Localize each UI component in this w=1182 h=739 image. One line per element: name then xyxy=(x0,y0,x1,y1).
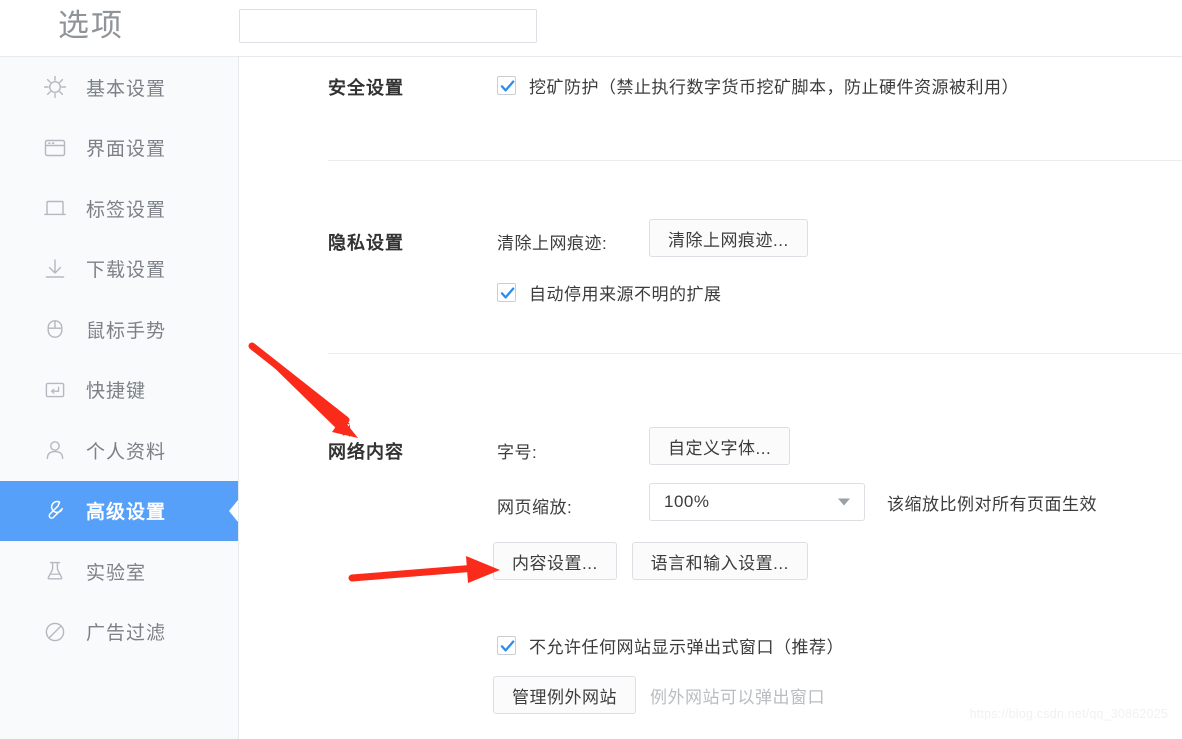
checkbox-box xyxy=(497,636,516,655)
content-settings-row: 内容设置... 语言和输入设置... xyxy=(493,542,808,580)
block-popups-row: 不允许任何网站显示弹出式窗口（推荐） xyxy=(497,633,844,658)
sidebar-item-tab-settings[interactable]: 标签设置 xyxy=(0,178,238,239)
window-icon xyxy=(42,135,68,161)
mining-protection-checkbox[interactable]: 挖矿防护（禁止执行数字货币挖矿脚本，防止硬件资源被利用） xyxy=(497,73,1019,98)
language-input-settings-button[interactable]: 语言和输入设置... xyxy=(631,542,808,580)
sidebar-item-label: 标签设置 xyxy=(86,199,167,221)
page-zoom-label: 网页缩放: xyxy=(497,498,573,517)
sidebar-item-label: 高级设置 xyxy=(86,502,167,524)
sidebar-item-basic-settings[interactable]: 基本设置 xyxy=(0,57,238,118)
block-icon xyxy=(42,619,68,645)
enter-key-icon xyxy=(42,377,68,403)
active-notch xyxy=(227,499,238,522)
page-title: 选项 xyxy=(58,8,124,43)
sidebar-item-download-settings[interactable]: 下载设置 xyxy=(0,239,238,300)
block-popups-label: 不允许任何网站显示弹出式窗口（推荐） xyxy=(529,638,844,657)
clear-traces-label: 清除上网痕迹: xyxy=(497,234,608,253)
sidebar-item-label: 鼠标手势 xyxy=(86,320,167,342)
sidebar-item-advanced-settings[interactable]: 高级设置 xyxy=(0,480,238,541)
sidebar-item-shortcuts[interactable]: 快捷键 xyxy=(0,360,238,421)
font-size-label: 字号: xyxy=(497,443,538,462)
page-zoom-label-row: 网页缩放: xyxy=(497,493,572,518)
sidebar-item-label: 下载设置 xyxy=(86,260,167,282)
sidebar-item-label: 界面设置 xyxy=(86,139,167,161)
content-settings-button[interactable]: 内容设置... xyxy=(493,542,617,580)
app-header: 选项 xyxy=(0,0,1182,57)
manage-exceptions-button[interactable]: 管理例外网站 xyxy=(493,676,636,714)
watermark: https://blog.csdn.net/qq_30862025 xyxy=(969,707,1168,721)
mining-protection-label: 挖矿防护（禁止执行数字货币挖矿脚本，防止硬件资源被利用） xyxy=(529,78,1019,97)
section-title-network: 网络内容 xyxy=(328,442,404,462)
check-mark-icon xyxy=(500,80,515,92)
sidebar-item-lab[interactable]: 实验室 xyxy=(0,541,238,602)
sidebar-item-mouse-gestures[interactable]: 鼠标手势 xyxy=(0,299,238,360)
search-input[interactable] xyxy=(239,9,537,43)
section-title-security: 安全设置 xyxy=(328,78,404,98)
checkbox-box xyxy=(497,76,516,95)
clear-traces-button-row: 清除上网痕迹... xyxy=(649,219,808,257)
sidebar-item-label: 基本设置 xyxy=(86,78,167,100)
sidebar-item-interface-settings[interactable]: 界面设置 xyxy=(0,118,238,179)
divider-privacy xyxy=(328,353,1182,354)
divider-security xyxy=(328,160,1182,161)
sidebar-item-ad-filter[interactable]: 广告过滤 xyxy=(0,602,238,663)
sidebar: 基本设置 界面设置 标签设置 下载设置 鼠标手势 快捷键 个人资料 高级设置 实… xyxy=(0,57,239,739)
sidebar-item-profile[interactable]: 个人资料 xyxy=(0,420,238,481)
page-zoom-select[interactable]: 100% xyxy=(649,483,865,521)
mining-protection-row: 挖矿防护（禁止执行数字货币挖矿脚本，防止硬件资源被利用） xyxy=(497,73,1019,98)
custom-font-button[interactable]: 自定义字体... xyxy=(649,427,791,465)
page-zoom-row: 100% 该缩放比例对所有页面生效 xyxy=(649,483,1097,521)
flask-icon xyxy=(42,558,68,584)
sidebar-item-label: 实验室 xyxy=(86,562,147,584)
page-zoom-hint: 该缩放比例对所有页面生效 xyxy=(887,494,1097,514)
sidebar-item-label: 广告过滤 xyxy=(86,623,167,645)
auto-disable-ext-checkbox[interactable]: 自动停用来源不明的扩展 xyxy=(497,280,722,305)
settings-content: 安全设置 挖矿防护（禁止执行数字货币挖矿脚本，防止硬件资源被利用） 隐私设置 清… xyxy=(240,57,1182,739)
auto-disable-ext-label: 自动停用来源不明的扩展 xyxy=(529,285,722,304)
auto-disable-ext-row: 自动停用来源不明的扩展 xyxy=(497,280,722,305)
check-mark-icon xyxy=(500,287,515,299)
clear-traces-button[interactable]: 清除上网痕迹... xyxy=(649,219,808,257)
section-title-privacy: 隐私设置 xyxy=(328,233,404,253)
custom-font-button-row: 自定义字体... xyxy=(649,427,791,465)
checkbox-box xyxy=(497,283,516,302)
mouse-icon xyxy=(42,316,68,342)
block-popups-checkbox[interactable]: 不允许任何网站显示弹出式窗口（推荐） xyxy=(497,633,844,658)
gear-icon xyxy=(42,74,68,100)
chevron-down-icon xyxy=(838,498,850,506)
tab-icon xyxy=(42,195,68,221)
download-icon xyxy=(42,256,68,282)
sidebar-item-label: 快捷键 xyxy=(86,381,147,403)
font-size-label-row: 字号: xyxy=(497,438,537,463)
manage-exceptions-hint: 例外网站可以弹出窗口 xyxy=(650,687,825,707)
sidebar-item-label: 个人资料 xyxy=(86,441,167,463)
check-mark-icon xyxy=(500,640,515,652)
manage-exceptions-row: 管理例外网站 例外网站可以弹出窗口 xyxy=(493,676,825,714)
person-icon xyxy=(42,437,68,463)
page-zoom-value: 100% xyxy=(664,492,710,511)
clear-traces-row: 清除上网痕迹: xyxy=(497,229,607,254)
wrench-icon xyxy=(42,498,68,524)
